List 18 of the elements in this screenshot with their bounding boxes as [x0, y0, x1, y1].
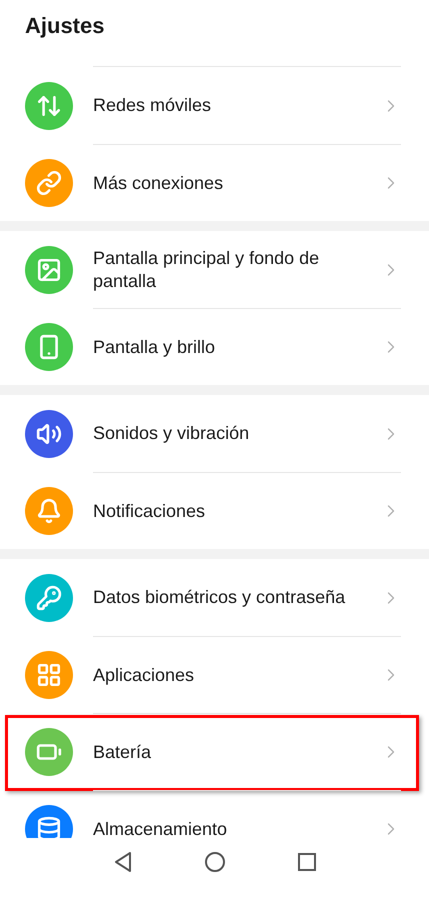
row-label: Almacenamiento	[93, 818, 228, 838]
row-label: Redes móviles	[93, 94, 212, 117]
settings-row[interactable]: Sonidos y vibración	[0, 395, 429, 472]
row-label: Batería	[93, 740, 152, 764]
row-label: Notificaciones	[93, 500, 206, 522]
row-label: Más conexiones	[93, 172, 224, 194]
settings-row[interactable]: Aplicaciones	[0, 636, 429, 713]
settings-row[interactable]: Datos biométricos y contraseña	[0, 559, 429, 636]
row-label: Datos biométricos y contraseña	[93, 586, 346, 609]
row-label: Aplicaciones	[93, 664, 196, 686]
settings-row[interactable]: Redes móviles	[0, 67, 429, 144]
settings-row[interactable]: Almacenamiento	[0, 790, 429, 838]
row-label: Sonidos y vibración	[93, 422, 250, 445]
settings-row[interactable]: Pantalla principal y fondo de pantalla	[0, 231, 429, 308]
row-label: Pantalla principal y fondo de pantalla	[93, 246, 320, 292]
page-title: Ajustes	[25, 13, 104, 39]
settings-row[interactable]: Batería	[0, 713, 429, 790]
row-label: Pantalla y brillo	[93, 336, 216, 358]
